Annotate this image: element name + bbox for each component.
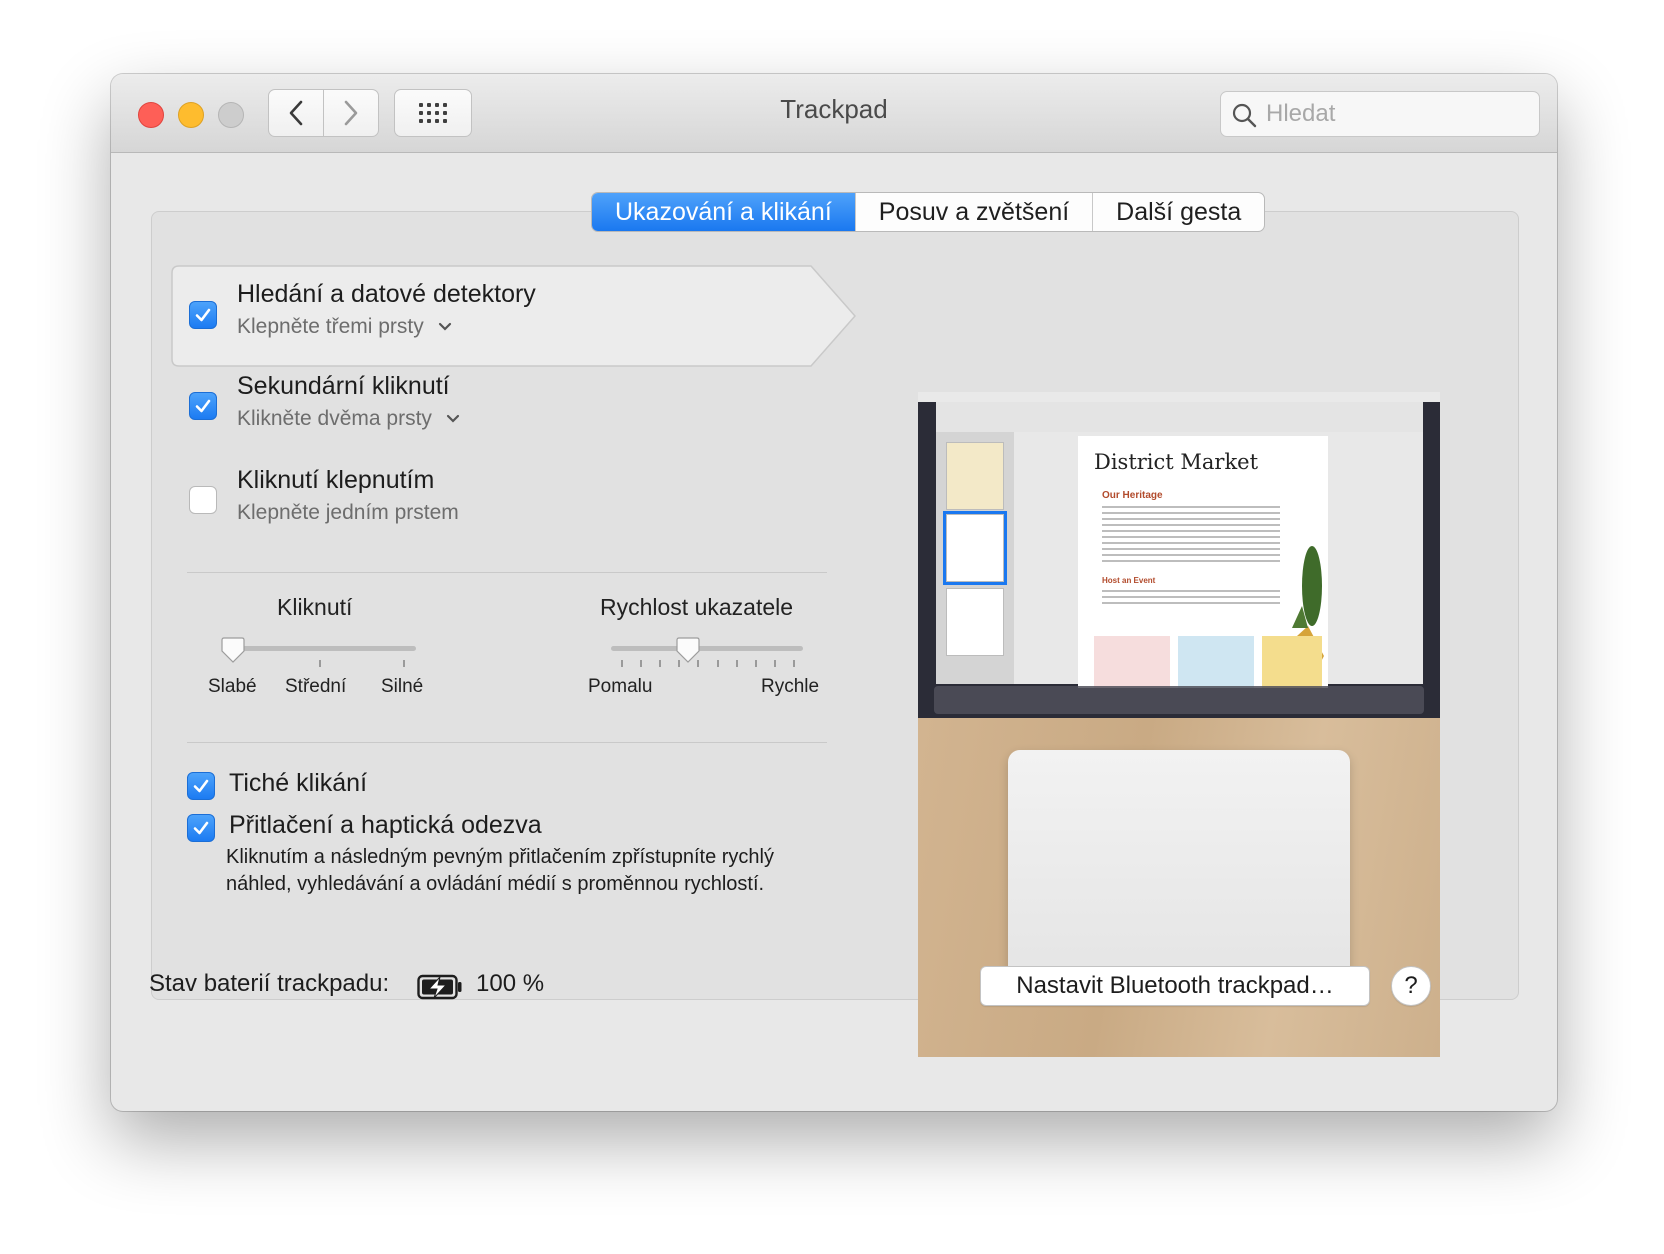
- click-label-firm: Silné: [381, 676, 424, 697]
- preview-card: [1178, 636, 1254, 688]
- battery-charging-icon: [417, 974, 462, 1000]
- preview-trackpad: [1008, 750, 1350, 994]
- preview-heading: Host an Event: [1102, 576, 1156, 585]
- preview-dock: [934, 686, 1424, 714]
- click-slider-title: Kliknutí: [277, 594, 353, 620]
- gesture-dropdown[interactable]: Klikněte dvěma prsty: [237, 407, 460, 431]
- chevron-down-icon: [438, 323, 451, 332]
- checkmark-icon: [193, 821, 209, 835]
- preview-text-block: [1102, 590, 1280, 608]
- preview-page-thumbnails: [936, 432, 1014, 684]
- slider-tick: [621, 660, 623, 667]
- gesture-dropdown-value: Klepněte třemi prsty: [237, 315, 424, 338]
- slider-tick: [319, 660, 321, 667]
- speed-label-fast: Rychle: [761, 676, 820, 697]
- preview-canvas: District Market Our Heritage Host an Eve…: [1014, 432, 1423, 688]
- force-click-label: Přitlačení a haptická odezva: [229, 811, 542, 839]
- option-lookup-data-detectors[interactable]: Hledání a datové detektory Klepněte třem…: [171, 265, 895, 369]
- preview-doc-title: District Market: [1094, 450, 1259, 474]
- force-click-description: Kliknutím a následným pevným přitlačením…: [226, 846, 774, 895]
- preview-card: [1094, 636, 1170, 688]
- checkbox-lookup[interactable]: [189, 301, 217, 329]
- slider-tick: [716, 660, 719, 667]
- search-field[interactable]: Hledat: [1220, 91, 1540, 137]
- slider-tick: [793, 660, 795, 667]
- preview-page-thumb: [943, 511, 1007, 585]
- speed-slider-title: Rychlost ukazatele: [600, 594, 794, 620]
- tab-more-gestures[interactable]: Další gesta: [1092, 193, 1264, 231]
- option-tap-to-click[interactable]: Kliknutí klepnutím Klepněte jedním prste…: [172, 466, 892, 554]
- preview-card: [1262, 636, 1322, 688]
- checkmark-icon: [195, 308, 211, 322]
- tab-bar: Ukazování a klikání Posuv a zvětšení Dal…: [591, 192, 1266, 232]
- checkmark-icon: [193, 779, 209, 793]
- slider-tick: [659, 660, 662, 667]
- speed-slider-thumb[interactable]: [676, 637, 700, 663]
- option-label: Sekundární kliknutí: [237, 372, 450, 400]
- click-label-light: Slabé: [208, 676, 257, 697]
- preview-toolbar: [936, 402, 1423, 433]
- click-slider-thumb[interactable]: [221, 637, 245, 663]
- gesture-dropdown-value: Klikněte dvěma prsty: [237, 407, 432, 430]
- preview-heading: Our Heritage: [1102, 490, 1163, 501]
- slider-tick: [640, 660, 643, 667]
- preferences-window: Trackpad Hledat Ukazování a klikání Posu…: [111, 74, 1557, 1111]
- option-label: Hledání a datové detektory: [237, 280, 536, 308]
- silent-clicking-label: Tiché klikání: [229, 769, 368, 797]
- preview-page-thumb: [946, 442, 1004, 510]
- option-label: Kliknutí klepnutím: [237, 466, 435, 494]
- preview-text-block: [1102, 506, 1280, 566]
- divider: [187, 572, 827, 573]
- slider-tick: [735, 660, 738, 667]
- click-slider[interactable]: [224, 646, 416, 651]
- gesture-preview: District Market Our Heritage Host an Eve…: [918, 392, 1440, 1057]
- checkbox-tap-to-click[interactable]: [189, 486, 217, 514]
- checkbox-force-click[interactable]: [187, 814, 215, 842]
- slider-tick: [773, 660, 776, 667]
- slider-tick: [403, 660, 405, 667]
- help-button[interactable]: ?: [1391, 966, 1431, 1006]
- preview-menubar: [918, 392, 1440, 402]
- title-bar: Trackpad Hledat: [111, 74, 1557, 153]
- checkmark-icon: [195, 399, 211, 413]
- speed-label-slow: Pomalu: [588, 676, 653, 697]
- preview-page-thumb: [946, 588, 1004, 656]
- setup-bluetooth-trackpad-button[interactable]: Nastavit Bluetooth trackpad…: [980, 966, 1370, 1006]
- battery-label: Stav baterií trackpadu:: [149, 970, 390, 997]
- option-description: Klepněte jedním prstem: [237, 501, 459, 524]
- checkbox-silent-clicking[interactable]: [187, 772, 215, 800]
- preview-screen: District Market Our Heritage Host an Eve…: [918, 392, 1440, 718]
- chevron-down-icon: [446, 415, 459, 424]
- tab-point-and-click[interactable]: Ukazování a klikání: [592, 193, 855, 231]
- option-secondary-click[interactable]: Sekundární kliknutí Klikněte dvěma prsty: [172, 372, 892, 460]
- checkbox-secondary-click[interactable]: [189, 392, 217, 420]
- slider-tick: [754, 660, 757, 667]
- gesture-dropdown[interactable]: Klepněte třemi prsty: [237, 315, 452, 339]
- search-placeholder: Hledat: [1266, 100, 1336, 127]
- click-label-medium: Střední: [285, 676, 347, 697]
- divider: [187, 742, 827, 743]
- preview-document: District Market Our Heritage Host an Eve…: [1078, 436, 1328, 688]
- tracking-speed-slider[interactable]: [611, 646, 803, 651]
- battery-value: 100 %: [476, 970, 545, 997]
- search-icon: [1232, 103, 1257, 128]
- tab-scroll-and-zoom[interactable]: Posuv a zvětšení: [854, 193, 1092, 231]
